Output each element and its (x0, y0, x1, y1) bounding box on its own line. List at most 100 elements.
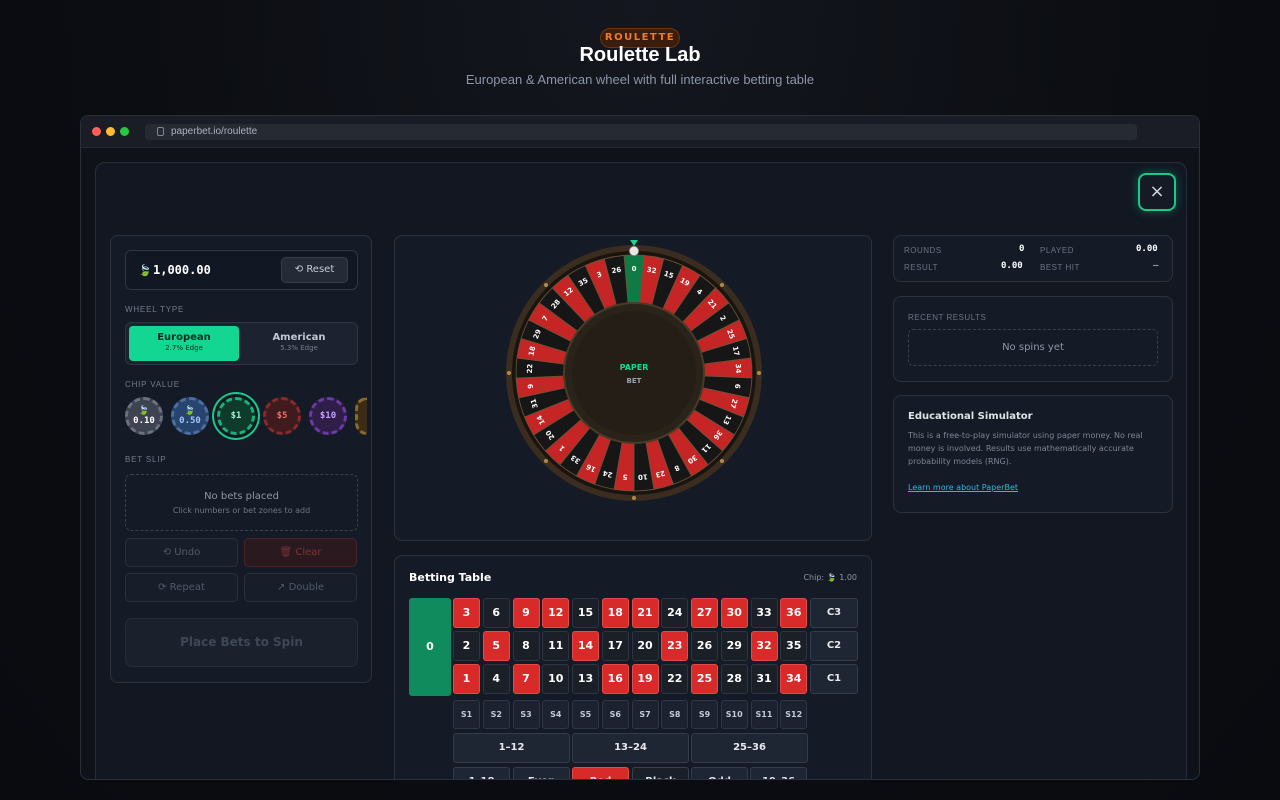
chip-label: 0.50 (179, 416, 201, 426)
number-cell-32[interactable]: 32 (750, 631, 778, 661)
split-bet-s6[interactable]: S6 (601, 700, 629, 729)
split-bet-s3[interactable]: S3 (512, 700, 540, 729)
split-bet-s7[interactable]: S7 (631, 700, 659, 729)
chip-1[interactable]: $1 (217, 397, 255, 435)
split-bet-s12[interactable]: S12 (780, 700, 808, 729)
number-cell-19[interactable]: 19 (631, 664, 659, 694)
number-cell-24[interactable]: 24 (661, 598, 689, 628)
learn-more-link[interactable]: Learn more about PaperBet (908, 483, 1018, 492)
maximize-window-dot[interactable] (120, 127, 129, 136)
number-cell-34[interactable]: 34 (780, 664, 808, 694)
result-label: RESULT (904, 263, 938, 272)
split-bet-s5[interactable]: S5 (572, 700, 599, 729)
number-cell-28[interactable]: 28 (720, 664, 748, 694)
number-cell-30[interactable]: 30 (720, 598, 748, 628)
number-cell-29[interactable]: 29 (720, 631, 748, 661)
double-button[interactable]: ↗ Double (244, 573, 357, 602)
minimize-window-dot[interactable] (106, 127, 115, 136)
repeat-button[interactable]: ⟳ Repeat (125, 573, 238, 602)
number-cell-15[interactable]: 15 (572, 598, 599, 628)
column-bet-c2[interactable]: C2 (810, 631, 858, 661)
number-cell-14[interactable]: 14 (572, 631, 599, 661)
chip-0-10[interactable]: 🍃 0.10 (125, 397, 163, 435)
chip-label: 0.10 (133, 416, 155, 426)
number-cell-4[interactable]: 4 (482, 664, 510, 694)
spin-button[interactable]: Place Bets to Spin (125, 618, 358, 667)
betting-table-title: Betting Table (409, 571, 492, 584)
number-cell-33[interactable]: 33 (750, 598, 778, 628)
column-bet-c3[interactable]: C3 (810, 598, 858, 628)
dozen-bet-2[interactable]: 13–24 (572, 733, 689, 763)
number-cell-35[interactable]: 35 (780, 631, 808, 661)
number-cell-0[interactable]: 0 (409, 598, 451, 696)
chip-10[interactable]: $10 (309, 397, 347, 435)
number-cell-2[interactable]: 2 (453, 631, 480, 661)
number-cell-17[interactable]: 17 (601, 631, 629, 661)
dozen-bet-3[interactable]: 25–36 (691, 733, 808, 763)
close-window-dot[interactable] (92, 127, 101, 136)
address-bar[interactable]: paperbet.io/roulette (145, 124, 1137, 140)
undo-button[interactable]: ⟲ Undo (125, 538, 238, 567)
bet-odd[interactable]: Odd (691, 767, 748, 779)
bet-red[interactable]: Red (572, 767, 629, 779)
number-cell-18[interactable]: 18 (601, 598, 629, 628)
dozen-bet-1[interactable]: 1–12 (453, 733, 570, 763)
bet-even[interactable]: Even (513, 767, 570, 779)
column-bet-c1[interactable]: C1 (810, 664, 858, 694)
number-cell-8[interactable]: 8 (512, 631, 540, 661)
rounds-value: 0 (1019, 244, 1025, 254)
number-cell-20[interactable]: 20 (631, 631, 659, 661)
number-cell-22[interactable]: 22 (661, 664, 689, 694)
split-bet-s1[interactable]: S1 (453, 700, 480, 729)
number-cell-36[interactable]: 36 (780, 598, 808, 628)
bet-high[interactable]: 19–36 (750, 767, 807, 779)
number-cell-1[interactable]: 1 (453, 664, 480, 694)
chip-5[interactable]: $5 (263, 397, 301, 435)
number-cell-13[interactable]: 13 (572, 664, 599, 694)
wheel-center-bet: BET (627, 377, 642, 385)
wheel-number: 32 (646, 266, 657, 276)
split-bet-s4[interactable]: S4 (542, 700, 570, 729)
wheel-type-european[interactable]: European 2.7% Edge (129, 326, 239, 361)
number-cell-27[interactable]: 27 (691, 598, 718, 628)
number-cell-6[interactable]: 6 (482, 598, 510, 628)
url-text: paperbet.io/roulette (171, 126, 258, 137)
bet-black[interactable]: Black (632, 767, 689, 779)
number-cell-11[interactable]: 11 (542, 631, 570, 661)
double-label: Double (288, 582, 324, 593)
number-cell-9[interactable]: 9 (512, 598, 540, 628)
number-cell-3[interactable]: 3 (453, 598, 480, 628)
clear-label: Clear (295, 547, 322, 558)
recent-results-empty: No spins yet (908, 329, 1158, 366)
split-bet-s9[interactable]: S9 (691, 700, 718, 729)
number-cell-25[interactable]: 25 (691, 664, 718, 694)
rim-diamond (544, 283, 548, 287)
rim-diamond (720, 283, 724, 287)
number-cell-10[interactable]: 10 (542, 664, 570, 694)
leaf-icon: 🍃 (138, 264, 152, 277)
split-bet-s2[interactable]: S2 (482, 700, 510, 729)
chip-partial[interactable] (355, 397, 367, 435)
chip-0-50[interactable]: 🍃 0.50 (171, 397, 209, 435)
number-cell-5[interactable]: 5 (482, 631, 510, 661)
split-bet-s11[interactable]: S11 (750, 700, 778, 729)
no-bets-text: No bets placed (204, 491, 279, 502)
bet-low[interactable]: 1–18 (453, 767, 510, 779)
number-cell-23[interactable]: 23 (661, 631, 689, 661)
split-bet-s8[interactable]: S8 (661, 700, 689, 729)
number-cell-7[interactable]: 7 (512, 664, 540, 694)
clear-button[interactable]: 🗑 Clear (244, 538, 357, 567)
number-cell-21[interactable]: 21 (631, 598, 659, 628)
wheel-type-american[interactable]: American 5.3% Edge (244, 326, 354, 361)
number-cell-26[interactable]: 26 (691, 631, 718, 661)
reset-button[interactable]: ⟲ Reset (281, 257, 348, 283)
close-icon[interactable]: × (1138, 173, 1176, 211)
roulette-wheel[interactable]: 0 32 1519421225173462713361130823105241633… (395, 236, 873, 542)
played-value: 0.00 (1136, 244, 1158, 254)
number-cell-12[interactable]: 12 (542, 598, 570, 628)
number-cell-16[interactable]: 16 (601, 664, 629, 694)
split-bet-s10[interactable]: S10 (720, 700, 748, 729)
wheel-number: 34 (734, 364, 742, 374)
number-cell-31[interactable]: 31 (750, 664, 778, 694)
wheel-number: 5 (622, 472, 628, 480)
